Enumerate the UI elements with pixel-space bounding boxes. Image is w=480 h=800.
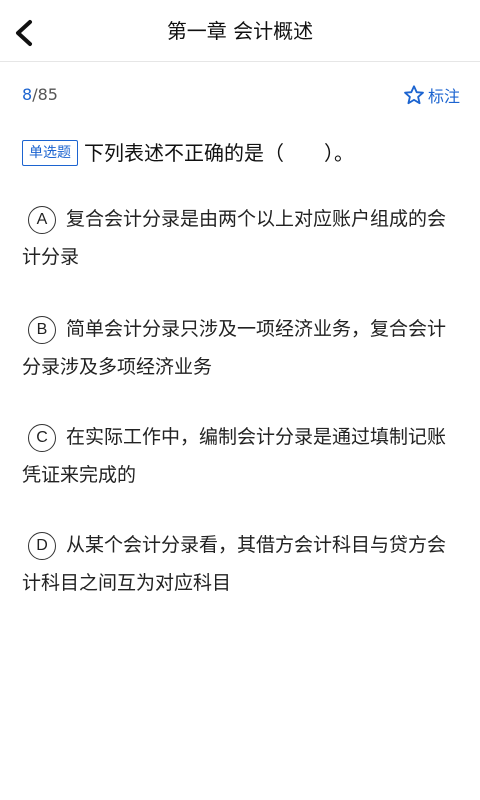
option-text-d: 从某个会计分录看，其借方会计科目与贷方会计科目之间互为对应科目	[22, 534, 447, 594]
mark-label: 标注	[427, 87, 460, 106]
option-letter-d: D	[28, 531, 56, 560]
option-d[interactable]: D 从某个会计分录看，其借方会计科目与贷方会计科目之间互为对应科目	[22, 526, 458, 602]
star-outline-icon	[404, 85, 424, 105]
option-b[interactable]: B 简单会计分录只涉及一项经济业务，复合会计分录涉及多项经济业务	[22, 310, 458, 386]
question-text: 下列表述不正确的是（ ）。	[84, 141, 354, 165]
option-a[interactable]: A 复合会计分录是由两个以上对应账户组成的会计分录	[22, 200, 458, 276]
question-type-badge: 单选题	[22, 140, 78, 166]
total-question-count: 85	[37, 85, 58, 104]
top-bar: 第一章 会计概述	[0, 0, 480, 62]
option-text-a: 复合会计分录是由两个以上对应账户组成的会计分录	[22, 208, 447, 268]
option-letter-a: A	[28, 205, 56, 234]
option-c[interactable]: C 在实际工作中，编制会计分录是通过填制记账凭证来完成的	[22, 418, 458, 494]
option-letter-b: B	[28, 315, 56, 344]
current-question-number: 8	[22, 85, 33, 104]
option-text-b: 简单会计分录只涉及一项经济业务，复合会计分录涉及多项经济业务	[22, 318, 447, 378]
question-counter: 8/85	[22, 84, 58, 106]
page-title: 第一章 会计概述	[166, 19, 314, 43]
option-letter-c: C	[28, 423, 56, 452]
mark-button[interactable]: 标注	[403, 82, 460, 108]
question-stem: 单选题 下列表述不正确的是（ ）。	[22, 138, 462, 168]
option-text-c: 在实际工作中，编制会计分录是通过填制记账凭证来完成的	[22, 426, 447, 486]
